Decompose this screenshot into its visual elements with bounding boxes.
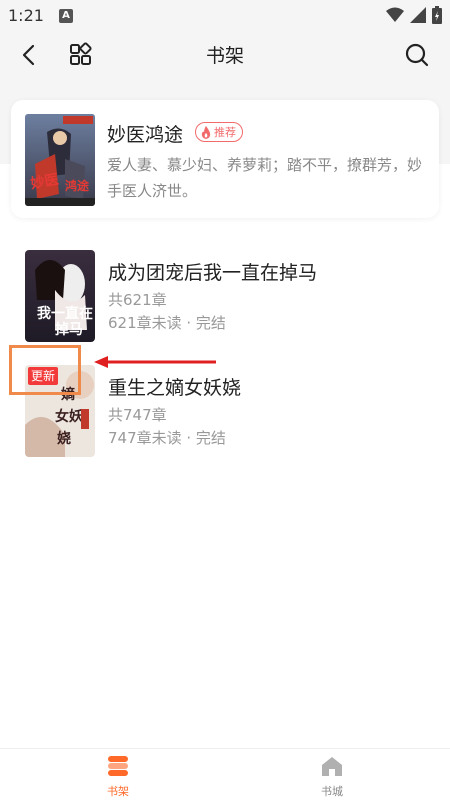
book-chapter-count: 共747章 [108, 406, 167, 424]
fire-icon [201, 125, 211, 139]
signal-icon [410, 7, 426, 23]
tab-bookstore[interactable]: 书城 [302, 755, 362, 799]
nav-bar: 书架 [0, 32, 450, 76]
svg-text:女妖: 女妖 [55, 408, 84, 425]
svg-text:鸿途: 鸿途 [65, 178, 90, 193]
tab-bookshelf[interactable]: 书架 [88, 755, 148, 799]
book-cover[interactable]: 我一直在 掉马 [25, 250, 95, 342]
recommend-description: 爱人妻、慕少妇、养萝莉；踏不平，撩群芳，妙手医人济世。 [107, 156, 423, 200]
svg-text:掉马: 掉马 [55, 321, 83, 338]
book-progress: 747章未读 · 完结 [108, 429, 226, 447]
wifi-icon [386, 7, 404, 22]
status-icons [386, 6, 442, 24]
highlight-box [9, 345, 81, 395]
bottom-tab-bar: 书架 书城 [0, 748, 450, 800]
svg-text:我一直在: 我一直在 [37, 305, 93, 322]
tab-label: 书架 [107, 785, 129, 798]
search-button[interactable] [402, 40, 432, 70]
battery-icon [432, 6, 442, 24]
book-item[interactable]: 我一直在 掉马 成为团宠后我一直在掉马 共621章 621章未读 · 完结 [0, 250, 450, 350]
book-title: 重生之嫡女妖娆 [108, 377, 242, 399]
status-bar: 1:21 A [0, 0, 450, 32]
book-title: 成为团宠后我一直在掉马 [108, 262, 318, 284]
recommend-card[interactable]: 妙医 鸿途 妙医鸿途 推荐 爱人妻、慕少妇、养萝莉；踏不平，撩群芳，妙手医人济世… [11, 100, 439, 218]
recommend-title: 妙医鸿途 [107, 124, 184, 146]
recommend-badge-label: 推荐 [214, 126, 236, 139]
status-time: 1:21 [8, 6, 44, 25]
book-progress: 621章未读 · 完结 [108, 314, 226, 332]
arrow-icon [94, 356, 216, 368]
bookshelf-icon [108, 756, 128, 776]
notification-icon: A [59, 9, 73, 23]
recommend-badge: 推荐 [195, 122, 243, 142]
home-icon [322, 757, 342, 776]
search-icon [405, 43, 429, 67]
book-cover[interactable]: 妙医 鸿途 [25, 114, 95, 206]
book-chapter-count: 共621章 [108, 291, 167, 309]
tab-label: 书城 [321, 785, 343, 798]
svg-text:娆: 娆 [57, 430, 71, 447]
page-title: 书架 [205, 45, 244, 67]
